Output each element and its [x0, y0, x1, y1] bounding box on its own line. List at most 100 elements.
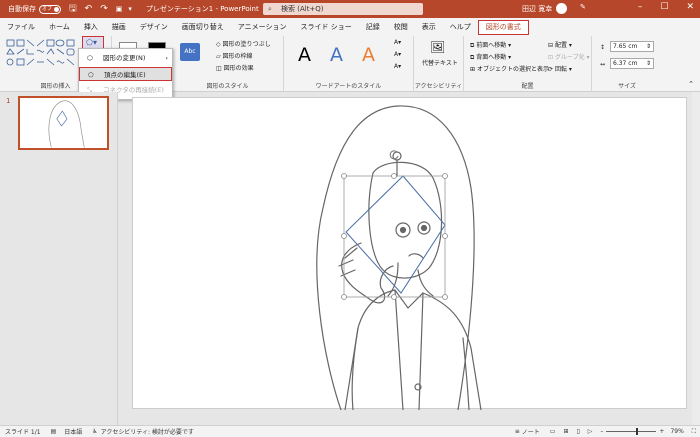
tab-file[interactable]: ファイル: [0, 18, 42, 36]
width-icon: ↔: [600, 61, 606, 68]
group-icon: ⊡: [548, 54, 554, 61]
spellcheck-icon[interactable]: ▤: [51, 428, 57, 435]
autosave-label: 自動保存: [8, 5, 36, 13]
customize-qat-icon[interactable]: ▾: [128, 5, 132, 13]
autosave-toggle[interactable]: オフ: [39, 4, 61, 14]
tab-draw[interactable]: 描画: [105, 18, 133, 36]
height-input[interactable]: 7.65 cm ⇕: [610, 41, 654, 52]
group-button[interactable]: ⊡ グループ化 ▾: [548, 52, 590, 61]
wordart-black[interactable]: A: [298, 44, 311, 66]
tab-record[interactable]: 記録: [359, 18, 387, 36]
height-spin-icon[interactable]: ⇕: [646, 42, 651, 52]
shapes-gallery[interactable]: [5, 38, 83, 72]
tab-slideshow[interactable]: スライド ショー: [294, 18, 359, 36]
minimize-icon[interactable]: –: [638, 2, 643, 12]
reading-view-icon[interactable]: ▯: [576, 428, 579, 435]
vertical-scrollbar[interactable]: [692, 92, 700, 425]
text-fill-icon[interactable]: A▾: [394, 39, 401, 46]
selection-pane-button[interactable]: ⊞ オブジェクトの選択と表示: [470, 64, 549, 73]
wordart-orange[interactable]: A: [362, 44, 375, 66]
group-size: ↕ 7.65 cm ⇕ ↔ 6.37 cm ⇕ サイズ: [592, 36, 662, 92]
zoom-out-icon[interactable]: –: [600, 428, 603, 435]
bring-forward-label: 前面へ移動: [476, 42, 507, 49]
selection-pane-icon: ⊞: [470, 66, 476, 73]
tab-help[interactable]: ヘルプ: [443, 18, 478, 36]
normal-view-icon[interactable]: ▭: [550, 428, 556, 435]
shape-outline-button[interactable]: ▱ 図形の枠線: [216, 51, 253, 60]
maximize-icon[interactable]: ☐: [660, 2, 668, 12]
sketch-illustration: [316, 105, 482, 411]
width-spin-icon[interactable]: ⇕: [646, 59, 651, 69]
ribbon-tabs: ファイル ホーム 挿入 描画 デザイン 画面切り替え アニメーション スライド …: [0, 18, 700, 53]
tab-transitions[interactable]: 画面切り替え: [175, 18, 231, 36]
height-icon: ↕: [600, 44, 606, 51]
search-placeholder: 検索 (Alt+Q): [281, 5, 324, 13]
menu-item-edit-points[interactable]: ⬠ 頂点の編集(E): [79, 67, 172, 81]
fit-to-window-icon[interactable]: ⛶: [692, 428, 696, 436]
tab-insert[interactable]: 挿入: [77, 18, 105, 36]
text-outline-icon[interactable]: A▾: [394, 51, 401, 58]
align-icon: ⊟: [548, 42, 554, 49]
user-name[interactable]: 田辺 寛幸: [522, 4, 552, 14]
language-indicator[interactable]: 日本語: [64, 427, 82, 436]
slide-indicator: スライド 1/1: [5, 429, 41, 436]
accessibility-status[interactable]: アクセシビリティ: 検討が必要です: [101, 427, 194, 436]
present-icon[interactable]: ▣: [116, 5, 123, 13]
pen-icon[interactable]: ✎: [580, 3, 586, 11]
search-icon: ⌕: [268, 5, 272, 13]
shape-outline-label: 図形の枠線: [222, 53, 253, 60]
zoom-slider-thumb[interactable]: [636, 428, 639, 435]
slideshow-icon[interactable]: ▷: [588, 428, 593, 435]
notes-icon: ≡: [514, 428, 520, 435]
send-backward-button[interactable]: ⧉ 背面へ移動 ▾: [470, 52, 511, 62]
group-arrange: ⧉ 前面へ移動 ▾ ⧉ 背面へ移動 ▾ ⊞ オブジェクトの選択と表示 ⊟ 配置 …: [464, 36, 592, 92]
zoom-slider[interactable]: [606, 428, 657, 435]
status-bar: スライド 1/1 ▤ 日本語 ♿ アクセシビリティ: 検討が必要です ≡ ノート…: [0, 425, 700, 437]
title-bar: 自動保存 オフ 🖫 ↶ ↷ ▣ ▾ プレゼンテーション1 - PowerPoin…: [0, 0, 700, 18]
zoom-level[interactable]: 79%: [670, 428, 683, 435]
shape-fill-button[interactable]: ◇ 図形の塗りつぶし: [216, 39, 271, 48]
save-icon[interactable]: 🖫: [69, 1, 77, 17]
thumbnail-drawing: [48, 100, 85, 148]
group-label-wordart: ワードアートのスタイル: [315, 83, 382, 90]
tab-view[interactable]: 表示: [415, 18, 443, 36]
alt-text-icon[interactable]: 🖼: [430, 40, 445, 54]
change-shape-icon: ⬡: [87, 54, 93, 62]
shape-effects-button[interactable]: ◫ 図形の効果: [216, 63, 254, 72]
search-input[interactable]: ⌕ 検索 (Alt+Q): [263, 3, 423, 15]
style-swatch-blue[interactable]: Abc: [180, 43, 200, 61]
close-icon[interactable]: ✕: [686, 2, 694, 12]
alt-text-button[interactable]: 代替テキスト: [422, 58, 458, 67]
rotate-handle-icon: [389, 150, 399, 160]
slide-canvas[interactable]: [132, 97, 687, 411]
redo-icon[interactable]: ↷: [100, 4, 108, 14]
width-value: 6.37 cm: [613, 60, 638, 67]
tab-home[interactable]: ホーム: [42, 18, 77, 36]
tab-review[interactable]: 校閲: [387, 18, 415, 36]
text-effects-icon[interactable]: A▾: [394, 63, 401, 70]
tab-design[interactable]: デザイン: [133, 18, 175, 36]
submenu-arrow-icon: ›: [165, 54, 168, 62]
shape-fill-label: 図形の塗りつぶし: [222, 41, 271, 48]
tab-animations[interactable]: アニメーション: [231, 18, 294, 36]
menu-item-change-shape[interactable]: ⬡ 図形の変更(N) ›: [79, 51, 172, 65]
align-button[interactable]: ⊟ 配置 ▾: [548, 40, 572, 49]
height-value: 7.65 cm: [613, 43, 638, 50]
undo-icon[interactable]: ↶: [85, 4, 93, 14]
slide-number: 1: [6, 97, 11, 105]
wordart-blue[interactable]: A: [330, 44, 343, 66]
tab-shape-format[interactable]: 図形の書式: [477, 20, 529, 35]
zoom-in-icon[interactable]: +: [659, 428, 664, 435]
slide-sorter-icon[interactable]: ⊞: [563, 428, 568, 435]
bring-forward-button[interactable]: ⧉ 前面へ移動 ▾: [470, 40, 511, 50]
width-input[interactable]: 6.37 cm ⇕: [610, 58, 654, 69]
group-accessibility: 🖼 代替テキスト アクセシビリティ: [414, 36, 464, 92]
notes-button[interactable]: ノート: [522, 427, 540, 436]
document-title: プレゼンテーション1 - PowerPoint: [145, 5, 259, 13]
rotate-button[interactable]: ⟳ 回転 ▾: [548, 64, 572, 73]
collapse-ribbon-icon[interactable]: ⌃: [688, 80, 694, 88]
group-label-arrange: 配置: [521, 83, 534, 90]
fill-icon: ◇: [216, 41, 221, 48]
slide-thumbnail-1[interactable]: [18, 96, 109, 150]
avatar[interactable]: [556, 3, 567, 14]
